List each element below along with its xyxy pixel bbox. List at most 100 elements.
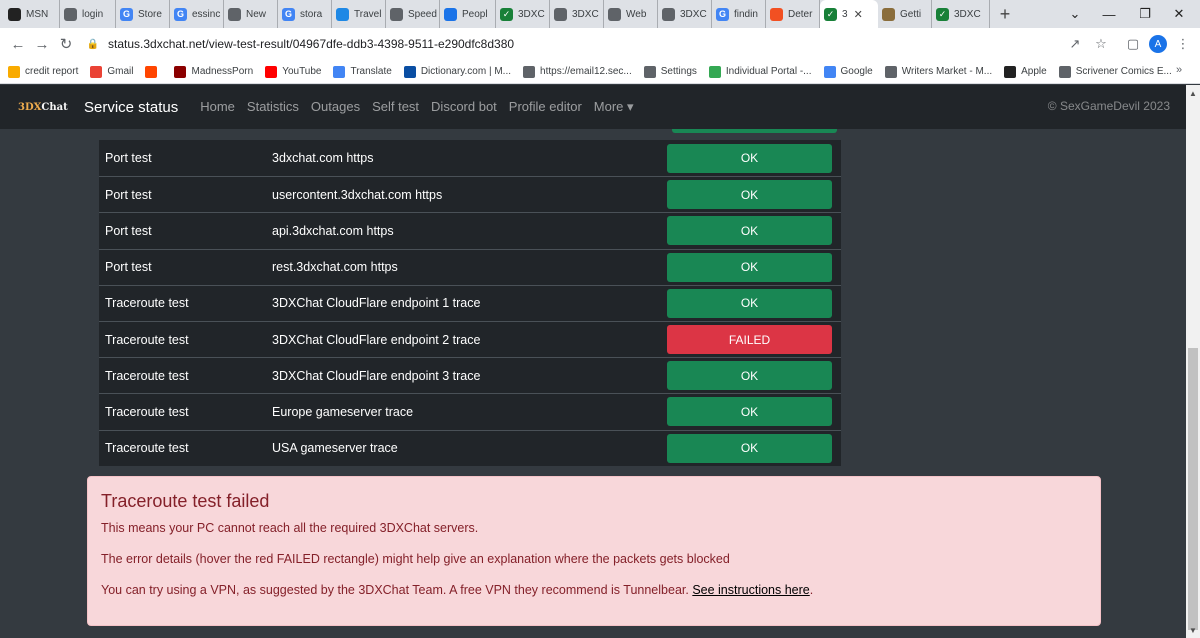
test-target: 3DXChat CloudFlare endpoint 1 trace	[272, 296, 481, 311]
browser-tab[interactable]: MSN	[4, 0, 60, 28]
profile-avatar[interactable]: A	[1147, 32, 1169, 56]
bookmark-label: Settings	[660, 66, 697, 77]
reddit-icon	[145, 65, 158, 78]
browser-tab[interactable]: 3DXC	[658, 0, 712, 28]
madness-icon	[174, 65, 187, 78]
browser-tab[interactable]: Gessinc	[170, 0, 224, 28]
browser-tab[interactable]: ✓ 3DXC	[496, 0, 550, 28]
browser-tab[interactable]: Peopl	[440, 0, 496, 28]
nav-link[interactable]: Profile editor	[509, 99, 582, 115]
browser-tab[interactable]: Speed	[386, 0, 440, 28]
browser-tab[interactable]: Travel	[332, 0, 386, 28]
instructions-link[interactable]: See instructions here	[692, 583, 809, 597]
browser-tab[interactable]: ✓ 3DXC	[932, 0, 990, 28]
test-target: USA gameserver trace	[272, 441, 398, 456]
close-window-button[interactable]: ✕	[1162, 0, 1196, 28]
browser-tab[interactable]: Deter	[766, 0, 820, 28]
bookmark-item[interactable]: Writers Market - M...	[884, 65, 993, 78]
bookmark-label: https://email12.sec...	[540, 66, 632, 77]
bookmark-item[interactable]: YouTube	[265, 65, 321, 78]
nav-link[interactable]: Statistics	[247, 99, 299, 115]
bookmark-star-icon[interactable]: ☆	[1090, 32, 1112, 56]
3dxchat-logo[interactable]: 3DX Chat	[18, 99, 72, 115]
bookmark-item[interactable]: Translate	[333, 65, 392, 78]
bookmark-item[interactable]: https://email12.sec...	[523, 65, 632, 78]
tab-label: login	[82, 8, 104, 20]
gear-icon	[643, 65, 656, 78]
bookmark-item[interactable]: Dictionary.com | M...	[403, 65, 511, 78]
test-target: 3DXChat CloudFlare endpoint 3 trace	[272, 368, 481, 383]
site-navbar: 3DX Chat Service status Home Statistics Out…	[0, 85, 1186, 129]
close-tab-icon[interactable]: ✕	[854, 8, 863, 21]
new-tab-button[interactable]: +	[992, 0, 1018, 28]
bookmark-label: Scrivener Comics E...	[1075, 66, 1172, 77]
scroll-up-arrow-icon[interactable]: ▲	[1186, 86, 1200, 100]
bookmark-icon	[8, 65, 20, 78]
browser-tab[interactable]: G Store	[116, 0, 170, 28]
status-ok-badge: OK	[667, 397, 832, 427]
browser-tab[interactable]: ✓ 3 ✕	[820, 0, 878, 28]
bookmark-item[interactable]: Apple	[1004, 65, 1047, 78]
browser-tab[interactable]: Gfindin	[712, 0, 766, 28]
bookmark-item[interactable]: credit report	[8, 65, 79, 78]
alert-line-2: The error details (hover the red FAILED …	[101, 552, 730, 566]
tab-label: Peopl	[462, 8, 488, 20]
bookmark-item[interactable]: Settings	[643, 65, 697, 78]
traceroute-failed-alert: Traceroute test failed This means your P…	[87, 476, 1101, 626]
address-bar[interactable]: 🔒 status.3dxchat.net/view-test-result/04…	[86, 32, 1116, 56]
bookmark-label: Writers Market - M...	[901, 66, 993, 77]
bookmarks-overflow-icon[interactable]: »	[1176, 64, 1182, 76]
restore-button[interactable]: ❐	[1128, 0, 1162, 28]
page-content: Port test 3dxchat.com https OK Port test use…	[0, 129, 1186, 638]
bookmark-label: Gmail	[107, 66, 134, 77]
browser-tab[interactable]: Web	[604, 0, 658, 28]
nav-link[interactable]: More ▾	[594, 99, 634, 115]
test-target: rest.3dxchat.com https	[272, 260, 398, 275]
browser-tab[interactable]: Getti	[878, 0, 932, 28]
browser-tab[interactable]: New	[224, 0, 278, 28]
tab-label: MSN	[26, 8, 49, 20]
reload-icon[interactable]: ↻	[54, 32, 78, 56]
test-target: api.3dxchat.com https	[272, 223, 394, 238]
page-scrollbar-thumb[interactable]	[1188, 348, 1198, 630]
scroll-down-arrow-icon[interactable]: ▼	[1186, 623, 1200, 637]
nav-link[interactable]: Discord bot	[431, 99, 497, 115]
share-icon[interactable]: ↗	[1064, 32, 1086, 56]
table-row: Traceroute test 3DXChat CloudFlare endpoi…	[99, 357, 841, 394]
browser-tab[interactable]: Gstora	[278, 0, 332, 28]
site-brand[interactable]: Service status	[84, 99, 178, 116]
alert-line-3: You can try using a VPN, as suggested by…	[101, 583, 1087, 597]
bookmark-label: credit report	[25, 66, 79, 77]
bookmark-item[interactable]: Scrivener Comics E...	[1058, 65, 1172, 78]
translate-icon	[333, 65, 346, 78]
browser-tab[interactable]: 3DXC	[550, 0, 604, 28]
browser-tab[interactable]: login	[60, 0, 116, 28]
nav-link[interactable]: Home	[200, 99, 235, 115]
globe-icon	[228, 7, 241, 21]
sidebar-icon[interactable]: ▢	[1122, 32, 1144, 56]
tab-search-icon[interactable]: ⌄	[1058, 0, 1092, 28]
nav-link[interactable]: Self test	[372, 99, 419, 115]
menu-kebab-icon[interactable]: ⋮	[1172, 32, 1194, 56]
status-failed-badge[interactable]: FAILED	[667, 325, 832, 355]
msn-icon	[8, 7, 21, 21]
table-row: Traceroute test USA gameserver trace OK	[99, 429, 841, 466]
forward-arrow-icon[interactable]: →	[30, 32, 54, 56]
test-type: Traceroute test	[105, 332, 189, 347]
bookmark-item[interactable]: MadnessPorn	[174, 65, 253, 78]
bookmark-item[interactable]: Individual Portal -...	[708, 65, 812, 78]
people-icon	[444, 7, 457, 21]
test-type: Traceroute test	[105, 404, 189, 419]
table-row: Port test usercontent.3dxchat.com https OK	[99, 176, 841, 213]
url-text[interactable]: status.3dxchat.net/view-test-result/0496…	[108, 37, 514, 51]
nav-link[interactable]: Outages	[311, 99, 360, 115]
bookmark-item[interactable]: Google	[823, 65, 873, 78]
bookmark-item[interactable]	[145, 65, 162, 78]
check-icon: ✓	[936, 7, 949, 21]
alert-line-3-text: You can try using a VPN, as suggested by…	[101, 583, 693, 597]
google-icon	[823, 65, 836, 78]
tab-label: Getti	[900, 8, 922, 20]
back-arrow-icon[interactable]: ←	[6, 32, 30, 56]
minimize-button[interactable]: —	[1092, 0, 1126, 28]
bookmark-item[interactable]: Gmail	[90, 65, 134, 78]
